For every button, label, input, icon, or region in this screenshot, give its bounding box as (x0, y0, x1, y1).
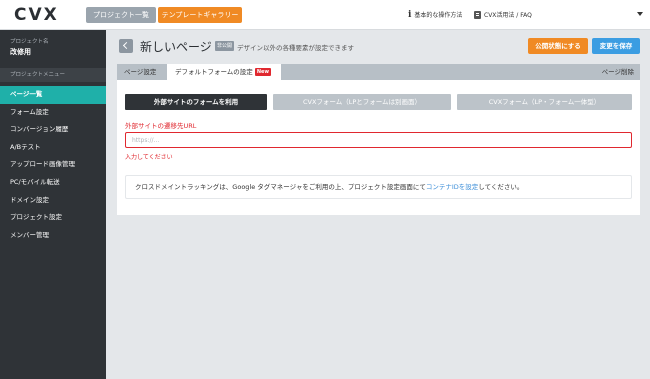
save-button[interactable]: 変更を保存 (592, 38, 640, 54)
faq-link-label: CVX活用法 / FAQ (484, 12, 532, 19)
sidebar-item-members[interactable]: メンバー管理 (0, 227, 106, 245)
sidebar-item-domain-settings[interactable]: ドメイン設定 (0, 192, 106, 210)
sidebar-item-uploaded-images[interactable]: アップロード画像管理 (0, 156, 106, 174)
templates-button[interactable]: テンプレートギャラリー (158, 7, 242, 23)
sidebar-item-conversion-history[interactable]: コンバージョン履歴 (0, 121, 106, 139)
project-name: 改修用 (10, 48, 31, 56)
back-button[interactable] (119, 39, 133, 53)
menu-caption: プロジェクトメニュー (0, 68, 106, 82)
url-input[interactable] (125, 132, 632, 148)
sidebar-item-ab-test[interactable]: A/Bテスト (0, 139, 106, 157)
status-badge: 非公開 (215, 41, 235, 51)
sidebar: プロジェクト名 改修用 プロジェクトメニュー ページ一覧 フォーム設定 コンバー… (0, 30, 106, 379)
delete-page-link[interactable]: ページ削除 (602, 64, 634, 80)
chevron-down-icon[interactable] (637, 12, 643, 16)
container-id-link[interactable]: コンテナIDを設定 (426, 183, 478, 191)
info-icon: i (408, 9, 412, 20)
project-caption: プロジェクト名 (10, 39, 49, 45)
cross-domain-info: クロスドメイントラッキングは、Google タグマネージャをご利用の上、プロジェ… (125, 175, 632, 199)
option-cvx-form-separate[interactable]: CVXフォーム（LPとフォームは別画面） (273, 94, 451, 110)
url-field-label: 外部サイトの遷移先URL (125, 122, 197, 130)
info-text: クロスドメイントラッキングは、Google タグマネージャをご利用の上、プロジェ… (135, 183, 426, 191)
option-external-form[interactable]: 外部サイトのフォームを利用 (125, 94, 267, 110)
logo[interactable]: CVX (14, 5, 59, 25)
tab-page-settings[interactable]: ページ設定 (124, 64, 156, 80)
sidebar-menu: ページ一覧 フォーム設定 コンバージョン履歴 A/Bテスト アップロード画像管理… (0, 86, 106, 244)
project-info: プロジェクト名 改修用 (0, 30, 106, 66)
book-icon (474, 10, 481, 19)
sidebar-item-form-settings[interactable]: フォーム設定 (0, 104, 106, 122)
guide-link[interactable]: i 基本的な操作方法 (408, 10, 462, 19)
page-title: 新しいページ (140, 40, 212, 54)
option-cvx-form-integrated[interactable]: CVXフォーム（LP・フォーム一体型） (457, 94, 632, 110)
sidebar-item-project-settings[interactable]: プロジェクト設定 (0, 209, 106, 227)
projects-button[interactable]: プロジェクト一覧 (86, 7, 156, 23)
sidebar-item-pages[interactable]: ページ一覧 (0, 86, 106, 104)
tab-bar: ページ設定 デフォルトフォームの設定 New ページ削除 (117, 64, 640, 80)
sidebar-item-pc-mobile-redirect[interactable]: PC/モバイル転送 (0, 174, 106, 192)
publish-button[interactable]: 公開状態にする (528, 38, 588, 54)
new-badge: New (254, 68, 272, 76)
info-suffix: してください。 (478, 183, 524, 191)
page-subtitle: デザイン以外の各種要素が設定できます (237, 44, 354, 52)
url-error-message: 入力してください (125, 154, 173, 161)
faq-link[interactable]: CVX活用法 / FAQ (474, 10, 532, 19)
form-settings-panel: 外部サイトのフォームを利用 CVXフォーム（LPとフォームは別画面） CVXフォ… (117, 80, 640, 215)
tab-default-form-label: デフォルトフォームの設定 (175, 68, 253, 76)
main-content: 新しいページ 非公開 デザイン以外の各種要素が設定できます 公開状態にする 変更… (106, 30, 650, 379)
tab-default-form[interactable]: デフォルトフォームの設定 New (167, 64, 281, 80)
guide-link-label: 基本的な操作方法 (414, 12, 463, 19)
top-bar: CVX プロジェクト一覧 テンプレートギャラリー i 基本的な操作方法 CVX活… (0, 0, 650, 30)
